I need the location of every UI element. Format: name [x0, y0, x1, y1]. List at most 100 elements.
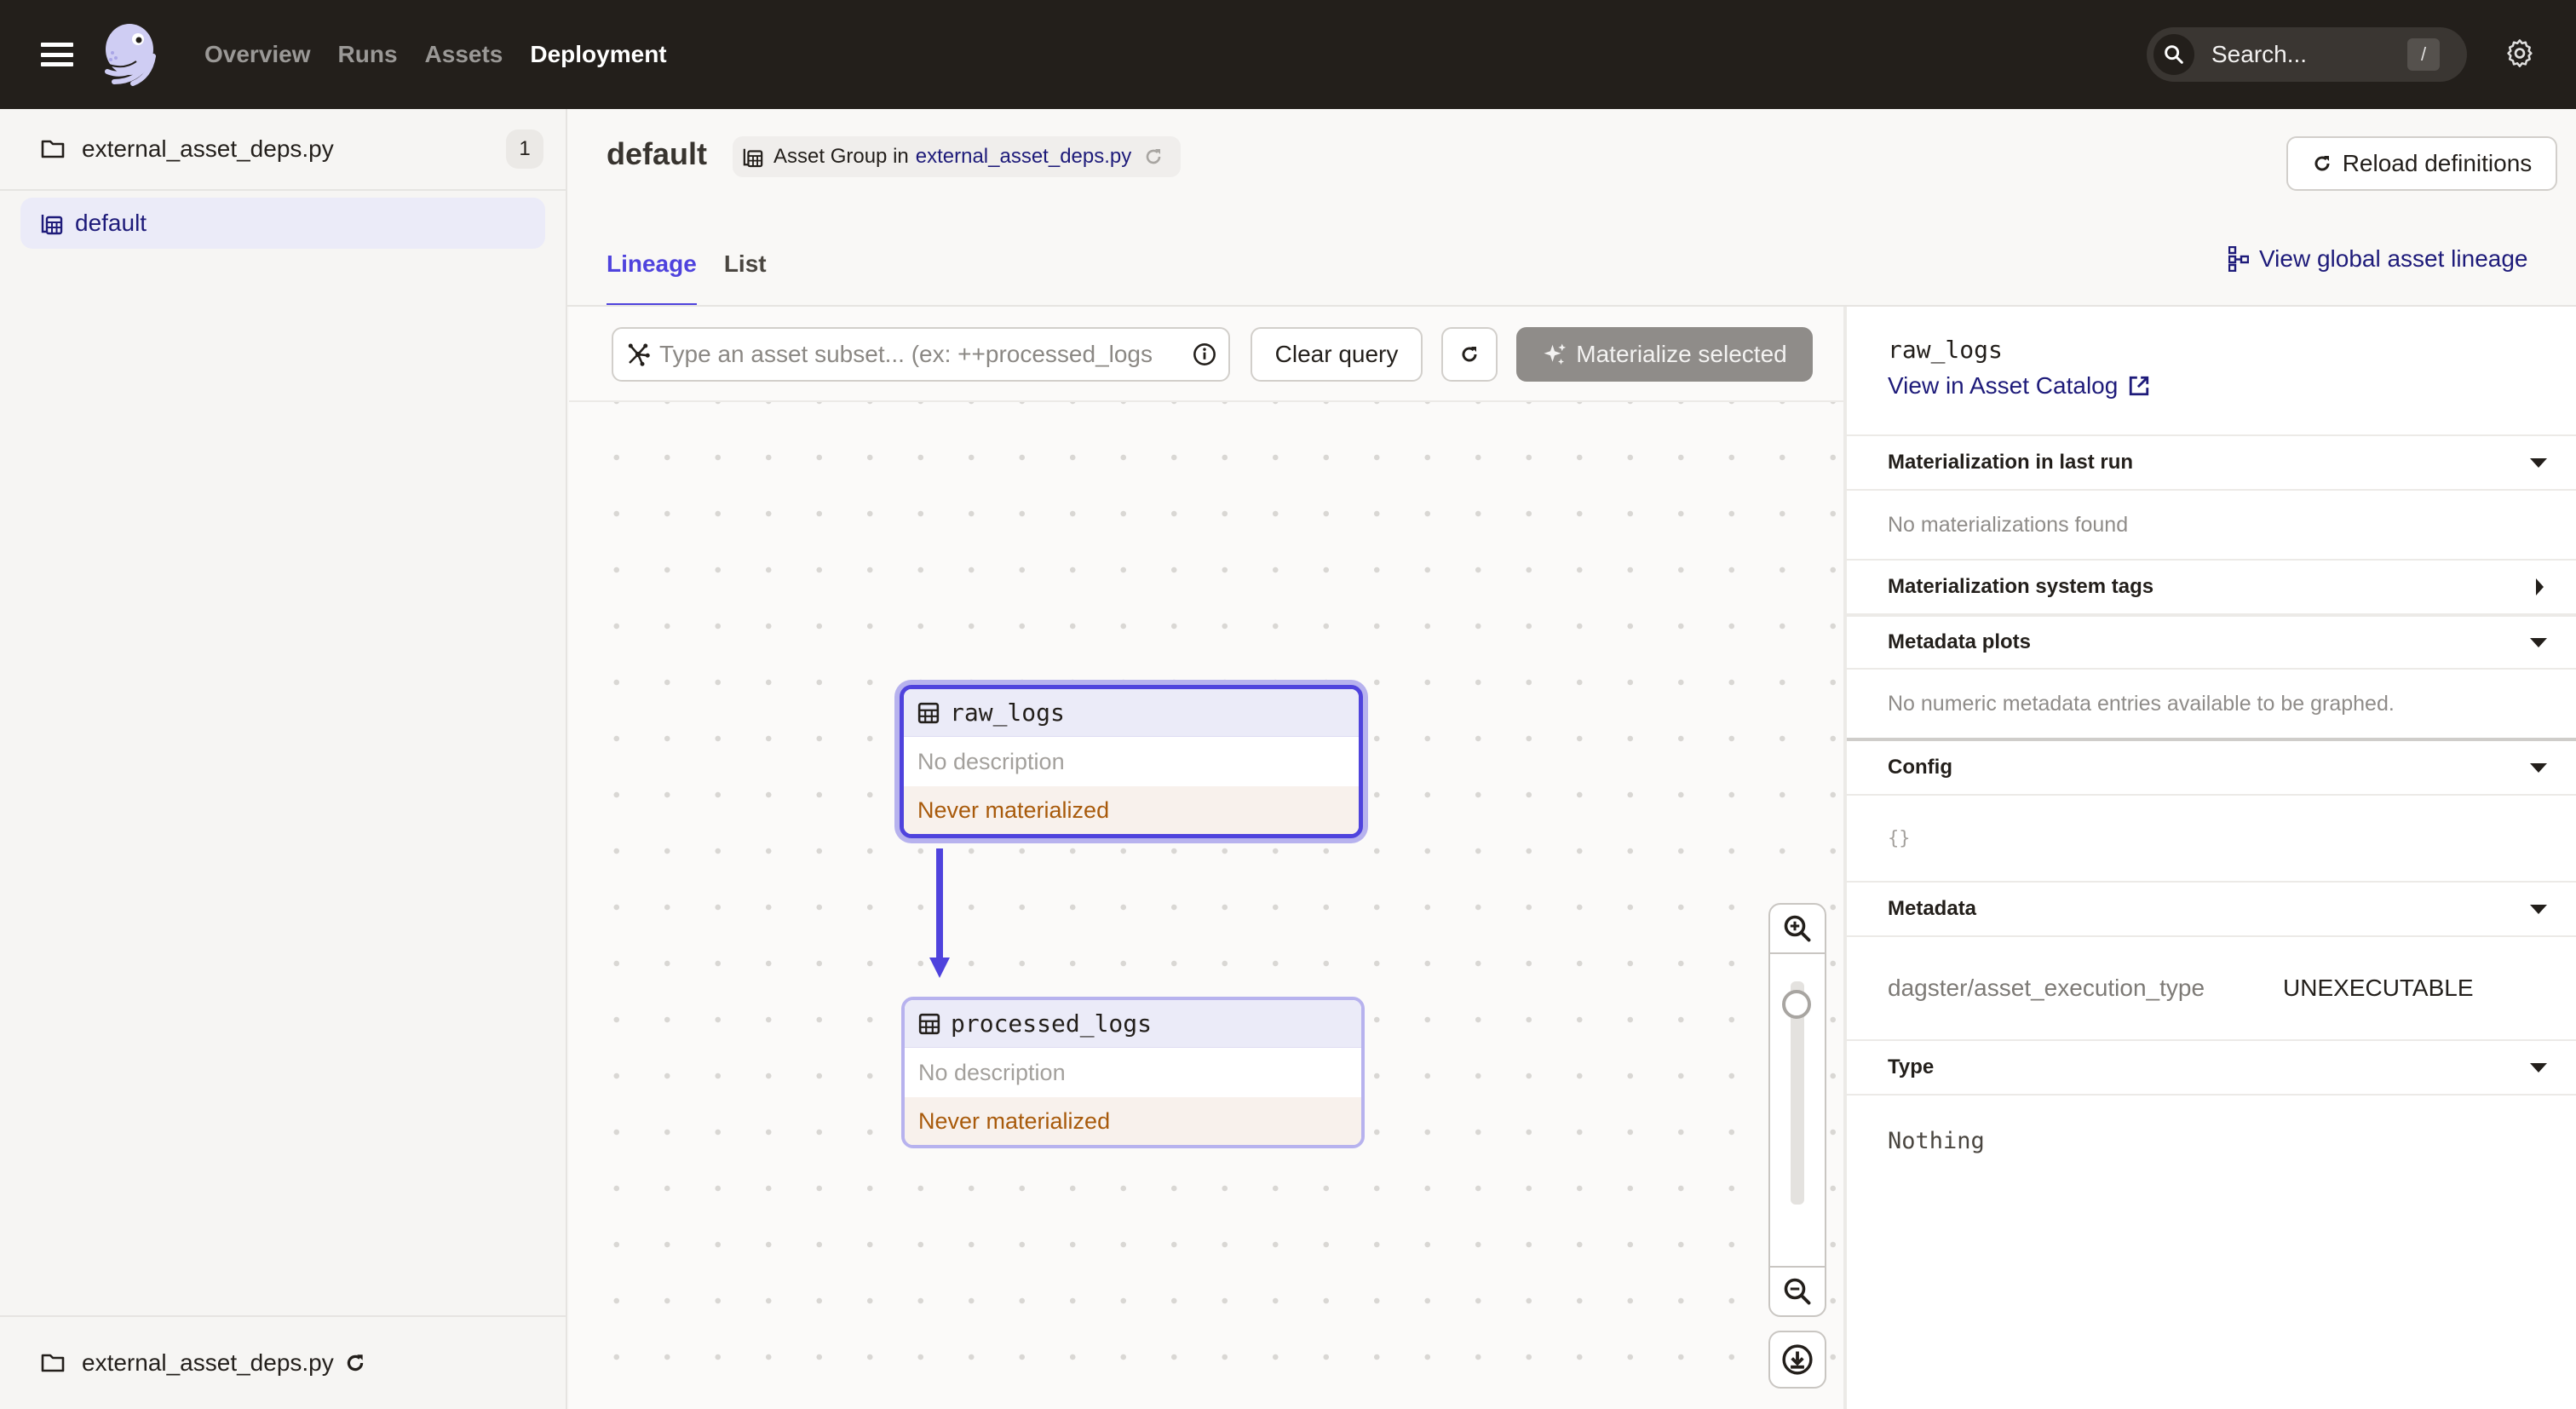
- lineage-edge: [929, 848, 950, 978]
- folder-icon: [41, 1354, 65, 1372]
- repo-group-count: 1: [506, 129, 543, 169]
- footer-repo-name[interactable]: external_asset_deps.py: [82, 1349, 334, 1377]
- reload-icon: [2314, 156, 2330, 171]
- zoom-out-button[interactable]: [1770, 1266, 1825, 1315]
- tab-list[interactable]: List: [724, 239, 767, 307]
- asset-selection-placeholder: Type an asset subset... (ex: ++processed…: [659, 341, 1153, 367]
- asset-group-icon: [743, 148, 763, 168]
- section-body: No numeric metadata entries available to…: [1847, 670, 2576, 741]
- view-global-lineage-label: View global asset lineage: [2259, 245, 2528, 272]
- sidebar: external_asset_deps.py 1 default externa…: [0, 109, 567, 1409]
- section-body: No materializations found: [1847, 491, 2576, 561]
- page-title: default: [607, 136, 708, 171]
- reload-icon[interactable]: [1143, 147, 1164, 167]
- zoom-in-button[interactable]: [1770, 905, 1825, 954]
- sparkle-icon: [1544, 343, 1567, 365]
- reload-definitions-label: Reload definitions: [2342, 150, 2533, 176]
- chevron-down-icon: [2530, 904, 2547, 914]
- zoom-out-icon: [1784, 1278, 1811, 1305]
- asset-lineage-graph[interactable]: [569, 307, 1843, 1409]
- main-nav: Overview Runs Assets Deployment: [204, 0, 667, 109]
- nav-overview[interactable]: Overview: [204, 41, 311, 68]
- reload-definitions-button[interactable]: Reload definitions: [2286, 136, 2557, 191]
- tag-prefix: Asset Group in: [773, 145, 909, 168]
- reload-icon[interactable]: [344, 1352, 366, 1374]
- external-link-icon: [2130, 376, 2149, 396]
- top-navigation-bar: Overview Runs Assets Deployment Search..…: [0, 0, 2576, 109]
- asset-node-description: No description: [917, 748, 1065, 774]
- view-tabs: Lineage List: [607, 239, 767, 307]
- sidebar-item-label: default: [75, 210, 147, 236]
- metadata-row: dagster/asset_execution_type UNEXECUTABL…: [1847, 937, 2576, 1041]
- asset-group-tag: Asset Group in external_asset_deps.py: [733, 136, 1182, 177]
- repo-header[interactable]: external_asset_deps.py 1: [0, 109, 566, 191]
- download-image-button[interactable]: [1768, 1331, 1826, 1389]
- asset-node-name: raw_logs: [950, 699, 1065, 727]
- gear-icon[interactable]: [2504, 39, 2535, 70]
- asset-selection-input[interactable]: Type an asset subset... (ex: ++processed…: [612, 327, 1230, 382]
- selected-asset-name: raw_logs: [1888, 336, 2003, 364]
- search-icon: [2153, 34, 2194, 75]
- search-placeholder: Search...: [2211, 41, 2308, 67]
- section-materialization-system-tags[interactable]: Materialization system tags: [1847, 561, 2576, 615]
- asset-node-status: Never materialized: [905, 1097, 1361, 1145]
- tab-lineage[interactable]: Lineage: [607, 239, 697, 307]
- materialize-selected-button[interactable]: Materialize selected: [1516, 327, 1813, 382]
- view-global-lineage-link[interactable]: View global asset lineage: [2228, 245, 2527, 273]
- asset-sidebar-panel: raw_logs View in Asset Catalog Materiali…: [1843, 307, 2576, 1409]
- chevron-right-icon: [2536, 578, 2544, 595]
- refresh-icon: [1462, 347, 1477, 362]
- view-in-asset-catalog-link[interactable]: View in Asset Catalog: [1888, 372, 2576, 400]
- section-title: Metadata plots: [1888, 630, 2032, 653]
- search-input[interactable]: Search... /: [2147, 27, 2467, 82]
- asset-group-icon: [41, 215, 63, 235]
- chevron-down-icon: [2530, 457, 2547, 468]
- asset-selection-icon: [628, 343, 650, 366]
- view-in-asset-catalog-label: View in Asset Catalog: [1888, 372, 2119, 399]
- asset-node-header: processed_logs: [905, 1000, 1361, 1048]
- asset-node-description: No description: [918, 1059, 1066, 1085]
- sidebar-footer: external_asset_deps.py: [0, 1315, 566, 1409]
- clear-query-button[interactable]: Clear query: [1251, 327, 1423, 382]
- search-shortcut-key: /: [2407, 38, 2440, 71]
- graph-toolbar: Type an asset subset... (ex: ++processed…: [569, 307, 1843, 402]
- dagster-logo[interactable]: [99, 22, 165, 87]
- section-title: Metadata: [1888, 897, 1977, 920]
- asset-node-processed-logs[interactable]: processed_logs No description Never mate…: [901, 997, 1365, 1148]
- metadata-value: UNEXECUTABLE: [2283, 975, 2474, 1001]
- lineage-icon: [2228, 246, 2249, 272]
- nav-assets[interactable]: Assets: [425, 41, 503, 68]
- section-title: Materialization in last run: [1888, 451, 2134, 474]
- asset-node-raw-logs[interactable]: raw_logs No description Never materializ…: [900, 685, 1363, 838]
- zoom-in-icon: [1784, 915, 1811, 942]
- menu-icon[interactable]: [41, 43, 73, 66]
- zoom-slider-handle[interactable]: [1782, 990, 1811, 1019]
- table-icon: [918, 1013, 940, 1034]
- asset-node-status: Never materialized: [904, 786, 1359, 834]
- repo-name: external_asset_deps.py: [82, 135, 334, 162]
- section-materialization-last-run[interactable]: Materialization in last run: [1847, 436, 2576, 491]
- section-metadata-plots[interactable]: Metadata plots: [1847, 615, 2576, 670]
- folder-icon: [41, 140, 65, 158]
- download-icon: [1782, 1344, 1813, 1375]
- chevron-down-icon: [2530, 637, 2547, 647]
- refresh-button[interactable]: [1441, 327, 1498, 382]
- section-metadata[interactable]: Metadata: [1847, 883, 2576, 937]
- config-body: {}: [1847, 796, 2576, 883]
- asset-panel-header: raw_logs View in Asset Catalog: [1847, 307, 2576, 436]
- info-icon[interactable]: [1193, 342, 1216, 366]
- table-icon: [917, 702, 940, 723]
- sidebar-item-default[interactable]: default: [20, 198, 545, 249]
- zoom-controls: [1768, 903, 1826, 1317]
- section-config[interactable]: Config: [1847, 741, 2576, 796]
- type-body: Nothing: [1888, 1127, 1985, 1154]
- section-title: Materialization system tags: [1888, 575, 2154, 598]
- asset-node-header: raw_logs: [904, 689, 1359, 737]
- repo-link[interactable]: external_asset_deps.py: [916, 145, 1132, 169]
- section-type[interactable]: Type: [1847, 1041, 2576, 1096]
- asset-node-name: processed_logs: [951, 1009, 1153, 1038]
- section-title: Type: [1888, 1055, 1935, 1078]
- nav-deployment[interactable]: Deployment: [530, 41, 666, 68]
- nav-runs[interactable]: Runs: [338, 41, 398, 68]
- metadata-key: dagster/asset_execution_type: [1888, 975, 2205, 1001]
